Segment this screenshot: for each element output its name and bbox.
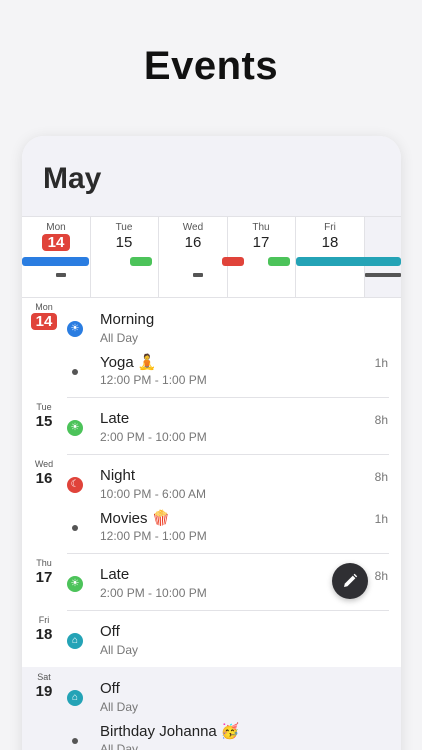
event-duration: 1h [374, 512, 388, 526]
event-row[interactable]: ⌂ Off All Day [22, 680, 401, 728]
event-title: Yoga 🧘 [100, 354, 157, 371]
week-day-name: Wed [182, 222, 204, 233]
sun-icon: ☀ [67, 576, 83, 592]
home-icon: ⌂ [67, 690, 83, 706]
week-day-name: Mon [46, 222, 66, 233]
event-title: Off [100, 680, 120, 697]
week-day-wed[interactable]: Wed 16 [159, 217, 228, 297]
event-time: All Day [100, 700, 139, 714]
moon-icon: ☾ [67, 477, 83, 493]
shift-bar-night [222, 257, 244, 266]
week-day-name: Tue [115, 222, 133, 233]
edit-button[interactable] [332, 563, 368, 599]
event-time: 12:00 PM - 1:00 PM [100, 373, 207, 387]
event-time: 2:00 PM - 10:00 PM [100, 586, 207, 600]
event-title: Late [100, 566, 130, 583]
pencil-icon [344, 573, 358, 587]
dot-icon [72, 738, 78, 744]
month-title: May [43, 162, 102, 195]
event-row[interactable]: ☾ Night 10:00 PM - 6:00 AM 8h [22, 467, 401, 515]
shift-bar-late [130, 257, 152, 266]
week-day-number: 16 [184, 234, 202, 251]
shift-bar-morning [22, 257, 89, 266]
week-day-number: 17 [252, 234, 270, 251]
event-duration: 8h [374, 569, 388, 583]
event-marker [56, 273, 66, 277]
week-day-name: Fri [324, 222, 336, 233]
event-title: Morning [100, 311, 155, 328]
month-header: May [22, 136, 401, 216]
event-title: Off [100, 623, 120, 640]
event-marker [193, 273, 203, 277]
event-time: All Day [100, 742, 139, 750]
divider [67, 553, 389, 554]
calendar-card: May Mon 14 Tue 15 Wed 16 Thu 17 Fri 18 S… [22, 136, 401, 750]
event-marker [365, 273, 401, 277]
week-day-name: Sa [391, 222, 401, 233]
divider [67, 454, 389, 455]
event-row[interactable]: Yoga 🧘 12:00 PM - 1:00 PM 1h [22, 353, 401, 401]
event-duration: 1h [374, 356, 388, 370]
event-title: Late [100, 410, 130, 427]
event-row[interactable]: ⌂ Off All Day [22, 623, 401, 671]
dot-icon [72, 369, 78, 375]
shift-bar-off [296, 257, 401, 266]
dot-icon [72, 525, 78, 531]
event-row[interactable]: ☀ Late 2:00 PM - 10:00 PM 8h [22, 410, 401, 458]
divider [67, 397, 389, 398]
event-time: 12:00 PM - 1:00 PM [100, 529, 207, 543]
event-title: Birthday Johanna 🥳 [100, 723, 240, 740]
week-strip[interactable]: Mon 14 Tue 15 Wed 16 Thu 17 Fri 18 Sa 19 [22, 216, 401, 298]
week-day-name: Thu [252, 222, 270, 233]
week-day-number: 18 [321, 234, 339, 251]
event-title: Night [100, 467, 136, 484]
event-time: 10:00 PM - 6:00 AM [100, 487, 207, 501]
week-day-number-today: 14 [41, 234, 71, 251]
event-title: Movies 🍿 [100, 510, 171, 527]
sunrise-icon: ☀ [67, 321, 83, 337]
home-icon: ⌂ [67, 633, 83, 649]
event-row[interactable]: ☀ Morning All Day [22, 311, 401, 359]
page-heading: Events [143, 44, 279, 88]
event-row[interactable]: Birthday Johanna 🥳 All Day [22, 722, 401, 750]
sun-icon: ☀ [67, 420, 83, 436]
event-duration: 8h [374, 413, 388, 427]
week-day-number: 15 [115, 234, 133, 251]
divider [67, 610, 389, 611]
event-duration: 8h [374, 470, 388, 484]
event-row[interactable]: Movies 🍿 12:00 PM - 1:00 PM 1h [22, 509, 401, 557]
event-time: 2:00 PM - 10:00 PM [100, 430, 207, 444]
event-time: All Day [100, 643, 139, 657]
shift-bar-late [268, 257, 290, 266]
event-time: All Day [100, 331, 139, 345]
